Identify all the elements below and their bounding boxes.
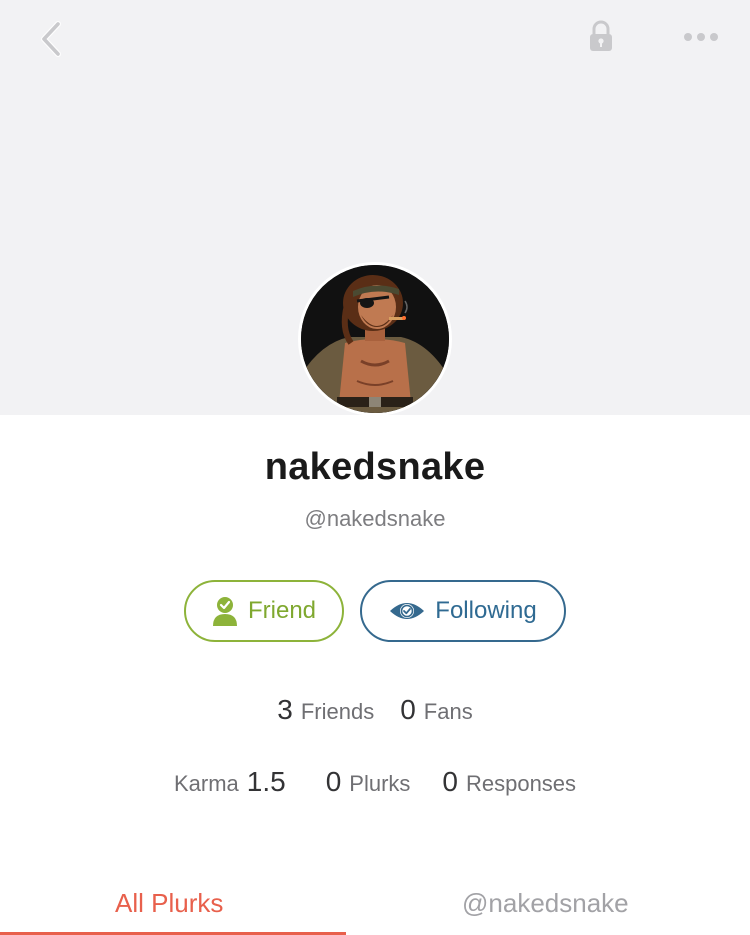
ellipsis-icon: [683, 30, 719, 48]
plurks-stat: 0 Plurks: [326, 766, 411, 798]
responses-count: 0: [442, 766, 458, 797]
username-handle: @nakedsnake: [304, 506, 446, 531]
karma-value: 1.5: [246, 766, 286, 797]
profile-page: nakedsnake @nakedsnake Friend Following …: [0, 0, 750, 935]
responses-label: Responses: [465, 771, 577, 796]
fans-count: 0: [400, 694, 416, 725]
privacy-lock-button[interactable]: [578, 16, 624, 62]
activity-stats-row: Karma 1.5 0 Plurks 0 Responses: [0, 766, 750, 798]
plurks-label: Plurks: [349, 771, 411, 796]
back-button[interactable]: [26, 16, 76, 66]
friend-button[interactable]: Friend: [184, 580, 344, 642]
following-button[interactable]: Following: [360, 580, 566, 642]
tab-all-plurks[interactable]: All Plurks: [115, 888, 223, 919]
social-stats-row: 3 Friends 0 Fans: [0, 694, 750, 726]
following-button-label: Following: [435, 597, 537, 624]
chevron-left-icon: [36, 18, 66, 65]
avatar[interactable]: [298, 262, 452, 416]
friends-count: 3: [277, 694, 293, 725]
responses-stat: 0 Responses: [442, 766, 576, 798]
friend-check-icon: [212, 596, 238, 626]
friends-label: Friends: [300, 699, 375, 724]
karma-label: Karma: [173, 771, 239, 796]
fans-stat[interactable]: 0 Fans: [400, 694, 473, 726]
fans-label: Fans: [423, 699, 473, 724]
eye-check-icon: [389, 599, 425, 623]
tab-user-plurks[interactable]: @nakedsnake: [462, 888, 629, 919]
friend-button-label: Friend: [247, 597, 317, 624]
plurks-count: 0: [325, 766, 342, 797]
profile-tabs: All Plurks @nakedsnake: [0, 880, 750, 935]
lock-icon: [586, 19, 616, 60]
display-name: nakedsnake: [264, 446, 486, 488]
more-options-button[interactable]: [674, 16, 728, 62]
friends-stat[interactable]: 3 Friends: [277, 694, 374, 726]
karma-stat: Karma 1.5: [174, 766, 294, 798]
